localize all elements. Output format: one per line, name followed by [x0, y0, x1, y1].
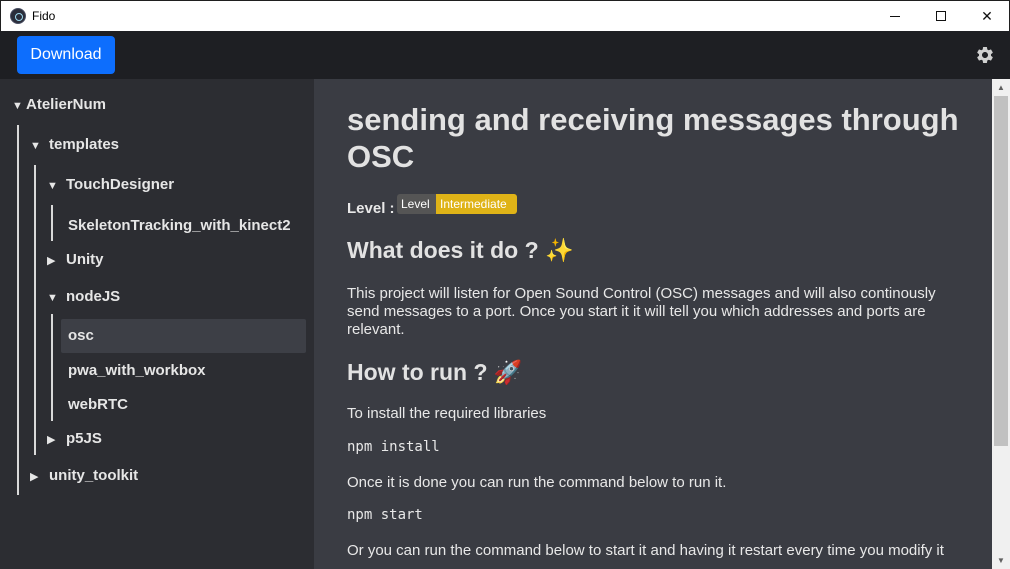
maximize-button[interactable] [918, 1, 964, 31]
tree-item-templates[interactable]: ▼ templates [30, 133, 119, 157]
chevron-right-icon: ▶ [47, 255, 56, 267]
chevron-down-icon: ▼ [12, 100, 23, 112]
chevron-right-icon: ▶ [30, 471, 39, 483]
download-button[interactable]: Download [17, 36, 115, 74]
tree-item-skeletontracking[interactable]: SkeletonTracking_with_kinect2 [68, 214, 291, 238]
tree-item-unity[interactable]: ▶ Unity [47, 248, 104, 272]
page-title: sending and receiving messages through O… [347, 102, 959, 174]
readme-content: sending and receiving messages through O… [314, 79, 992, 569]
sidebar: ▼ AtelierNum ▼ templates ▼ TouchDesigner Sk… [0, 79, 314, 569]
tree-item-pwa-with-workbox[interactable]: pwa_with_workbox [68, 359, 206, 383]
tree-item-osc[interactable]: osc [68, 324, 94, 348]
run-text: Once it is done you can run the command … [347, 474, 727, 491]
selected-highlight [61, 319, 306, 353]
maximize-icon [936, 11, 946, 21]
level-badge-value: Intermediate [436, 194, 517, 214]
close-icon: ✕ [981, 7, 993, 24]
chevron-down-icon: ▼ [47, 180, 58, 192]
level-badge-key: Level [397, 194, 436, 214]
title-bar: Fido ✕ [0, 0, 1010, 31]
tree-item-touchdesigner[interactable]: ▼ TouchDesigner [47, 173, 174, 197]
run-command: npm start [347, 507, 423, 523]
vertical-scrollbar[interactable]: ▲ ▼ [992, 79, 1010, 569]
app-icon [10, 8, 26, 24]
tree-guide-line [51, 205, 53, 241]
scroll-down-icon[interactable]: ▼ [992, 552, 1010, 569]
tree-guide-line [51, 314, 53, 421]
scroll-up-icon[interactable]: ▲ [992, 79, 1010, 96]
chevron-down-icon: ▼ [30, 140, 41, 152]
tree-item-p5js[interactable]: ▶ p5JS [47, 427, 102, 451]
close-button[interactable]: ✕ [964, 1, 1010, 31]
scroll-thumb[interactable] [994, 96, 1008, 446]
how-heading: How to run ? 🚀 [347, 359, 523, 385]
tree-item-webrtc[interactable]: webRTC [68, 393, 128, 417]
what-heading: What does it do ? ✨ [347, 237, 574, 263]
minimize-icon [890, 15, 900, 17]
install-command: npm install [347, 439, 440, 455]
tree-item-ateliernum[interactable]: ▼ AtelierNum [12, 93, 106, 117]
what-description: This project will listen for Open Sound … [347, 285, 936, 338]
tree-guide-line [17, 125, 19, 495]
toolbar: Download [0, 31, 1010, 79]
chevron-down-icon: ▼ [47, 292, 58, 304]
install-text: To install the required libraries [347, 405, 547, 422]
tree-item-nodejs[interactable]: ▼ nodeJS [47, 285, 120, 309]
level-label: Level : [347, 200, 395, 217]
window-title: Fido [32, 9, 56, 23]
tree-guide-line [34, 165, 36, 455]
restart-text: Or you can run the command below to star… [347, 542, 944, 559]
minimize-button[interactable] [872, 1, 918, 31]
chevron-right-icon: ▶ [47, 434, 56, 446]
tree-item-unity-toolkit[interactable]: ▶ unity_toolkit [30, 464, 138, 488]
gear-icon[interactable] [975, 45, 995, 65]
